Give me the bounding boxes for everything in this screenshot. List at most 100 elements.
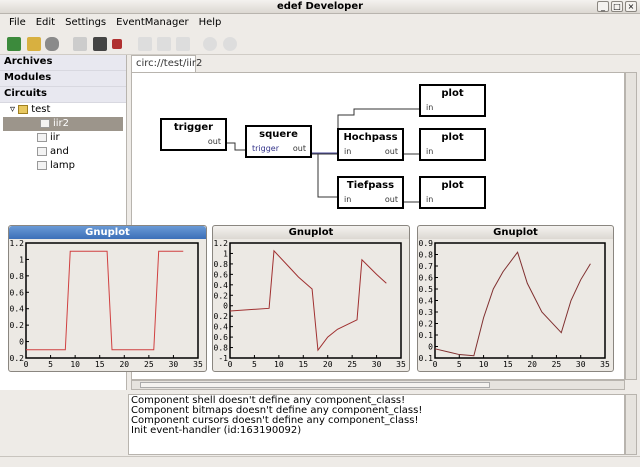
tree-folder-test[interactable]: ▿ test [0, 103, 126, 117]
y-tick-label: 0.2 [419, 320, 434, 329]
y-tick-label: -0.2 [9, 354, 24, 363]
port-in[interactable]: in [426, 103, 433, 112]
x-tick-label: 25 [347, 360, 357, 369]
toolbar [0, 33, 640, 55]
x-tick-label: 15 [503, 360, 513, 369]
modules-section[interactable]: Modules [0, 71, 126, 87]
y-tick-label: 0.4 [419, 297, 434, 306]
tab-circuit[interactable]: circ://test/iir2 [131, 55, 202, 73]
horizontal-scrollbar[interactable] [131, 380, 625, 390]
port-in[interactable]: in [426, 147, 433, 156]
cut-icon[interactable] [157, 37, 171, 51]
y-tick-label: 0.6 [419, 274, 434, 283]
close-icon[interactable] [112, 39, 122, 49]
save-icon[interactable] [73, 37, 87, 51]
save-as-icon[interactable] [93, 37, 107, 51]
menu-edit[interactable]: Edit [31, 15, 60, 32]
y-tick-label: -0.6 [213, 333, 228, 342]
port-in[interactable]: in [426, 195, 433, 204]
block-plot[interactable]: plot in [419, 176, 486, 209]
x-tick-label: 35 [600, 360, 610, 369]
x-tick-label: 5 [457, 360, 462, 369]
port-in[interactable]: in [344, 195, 351, 204]
port-out[interactable]: out [208, 137, 221, 146]
redo-icon[interactable] [223, 37, 237, 51]
menu-help[interactable]: Help [194, 15, 227, 32]
new-icon[interactable] [7, 37, 21, 51]
gnuplot-window-2[interactable]: Gnuplot 05101520253035-1-0.8-0.6-0.4-0.2… [212, 225, 410, 372]
log-output: Component shell doesn't define any compo… [128, 394, 625, 455]
y-tick-label: 0.1 [419, 331, 434, 340]
folder-icon [18, 104, 29, 114]
x-tick-label: 30 [576, 360, 586, 369]
y-tick-label: 1.2 [10, 239, 25, 248]
port-in[interactable]: in [344, 147, 351, 156]
x-tick-label: 20 [119, 360, 129, 369]
y-tick-label: 0.5 [419, 285, 434, 294]
gnuplot-window-3[interactable]: Gnuplot 05101520253035-0.100.10.20.30.40… [417, 225, 614, 372]
y-tick-label: 0.6 [10, 288, 25, 297]
block-trigger[interactable]: trigger out [160, 118, 227, 151]
file-icon [37, 132, 47, 142]
block-squere[interactable]: squere trigger out [245, 125, 312, 158]
y-tick-label: 0 [19, 338, 24, 347]
title-bar: edef Developer _ □ × [0, 0, 640, 14]
menu-file[interactable]: File [4, 15, 31, 32]
x-tick-label: 0 [24, 360, 29, 369]
x-tick-label: 35 [396, 360, 406, 369]
block-plot[interactable]: plot in [419, 84, 486, 117]
file-icon [37, 146, 47, 156]
gnuplot-title: Gnuplot [213, 226, 409, 239]
menu-settings[interactable]: Settings [60, 15, 111, 32]
port-out[interactable]: out [385, 195, 398, 204]
x-tick-label: 20 [527, 360, 537, 369]
tree-item-iir[interactable]: iir [0, 131, 126, 145]
log-line: Init event-handler (id:163190092) [131, 425, 302, 436]
minimize-button[interactable]: _ [597, 1, 609, 12]
paste-icon[interactable] [176, 37, 190, 51]
close-button[interactable]: × [625, 1, 637, 12]
x-tick-label: 10 [479, 360, 489, 369]
chart-2: 05101520253035-1-0.8-0.6-0.4-0.200.20.40… [213, 239, 406, 369]
block-tiefpass[interactable]: Tiefpass in out [337, 176, 404, 209]
circuits-section[interactable]: Circuits [0, 87, 126, 103]
maximize-button[interactable]: □ [611, 1, 623, 12]
y-tick-label: 0.8 [419, 251, 434, 260]
file-icon [37, 160, 47, 170]
log-scrollbar[interactable] [625, 394, 637, 455]
open-icon[interactable] [27, 37, 41, 51]
scroll-thumb[interactable] [140, 382, 490, 388]
y-tick-label: 0.6 [214, 270, 229, 279]
copy-icon[interactable] [138, 37, 152, 51]
x-tick-label: 10 [70, 360, 80, 369]
menu-eventmanager[interactable]: EventManager [111, 15, 193, 32]
vertical-scrollbar[interactable] [625, 72, 637, 380]
y-tick-label: 1 [223, 249, 228, 258]
menu-bar: File Edit Settings EventManager Help [0, 15, 640, 32]
x-tick-label: 35 [193, 360, 203, 369]
gnuplot-window-1[interactable]: Gnuplot 05101520253035-0.200.20.40.60.81… [8, 225, 207, 372]
gnuplot-title: Gnuplot [9, 226, 206, 239]
port-trigger[interactable]: trigger [252, 144, 279, 153]
tree-item-lamp[interactable]: lamp [0, 159, 126, 173]
x-tick-label: 25 [144, 360, 154, 369]
gnuplot-title: Gnuplot [418, 226, 613, 239]
undo-icon[interactable] [203, 37, 217, 51]
port-out[interactable]: out [385, 147, 398, 156]
tree-item-iir2[interactable]: iir2 [3, 117, 123, 131]
tree-item-and[interactable]: and [0, 145, 126, 159]
x-tick-label: 15 [298, 360, 308, 369]
y-tick-label: 0.2 [10, 321, 25, 330]
y-tick-label: -0.4 [213, 323, 228, 332]
chart-1: 05101520253035-0.200.20.40.60.811.2 [9, 239, 203, 369]
status-bar [0, 456, 640, 467]
delete-icon[interactable] [45, 37, 59, 51]
y-tick-label: -0.1 [418, 354, 433, 363]
block-plot[interactable]: plot in [419, 128, 486, 161]
archives-section[interactable]: Archives [0, 55, 126, 71]
block-hochpass[interactable]: Hochpass in out [337, 128, 404, 161]
y-tick-label: -0.2 [213, 312, 228, 321]
expand-arrow-icon[interactable]: ▿ [10, 104, 18, 115]
x-tick-label: 5 [252, 360, 257, 369]
port-out[interactable]: out [293, 144, 306, 153]
